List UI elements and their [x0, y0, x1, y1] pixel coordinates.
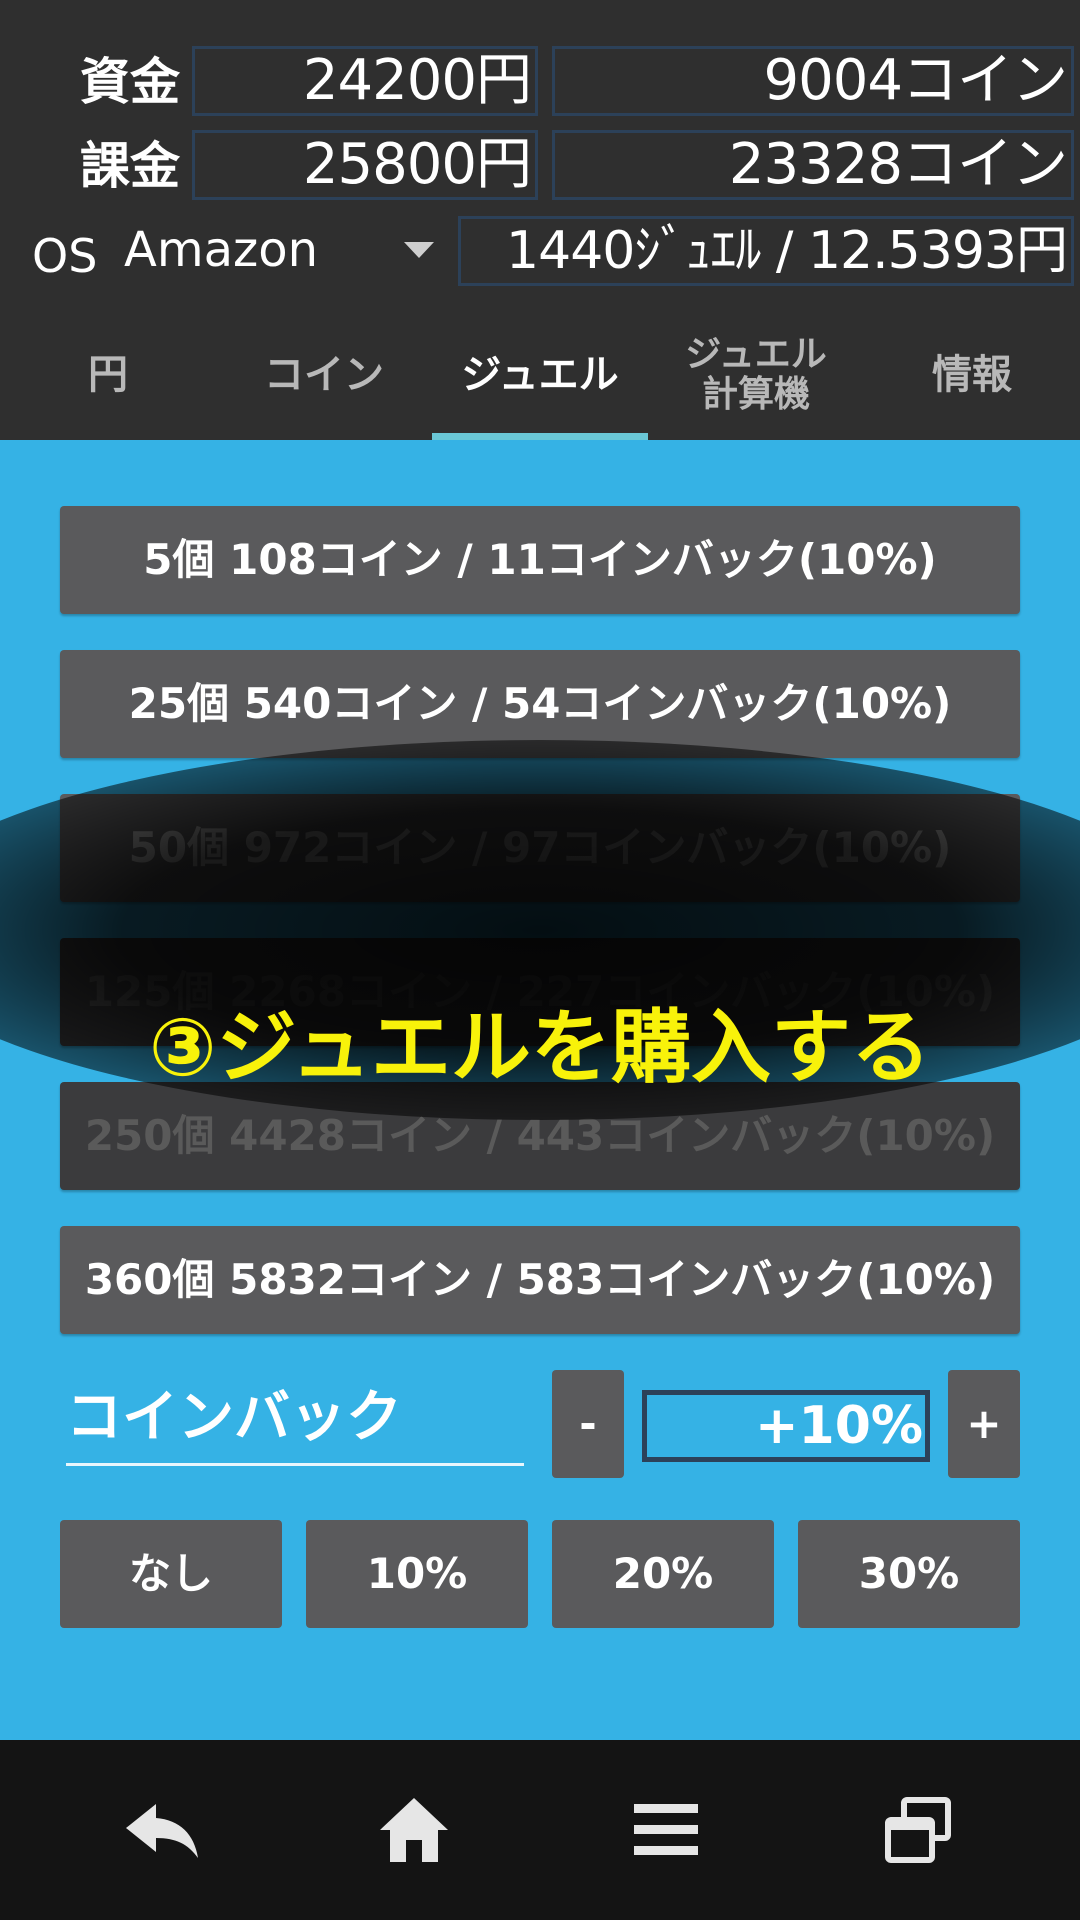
- menu-icon: [634, 1804, 698, 1855]
- charge-label: 課金: [80, 137, 180, 195]
- tab-coin[interactable]: コイン: [216, 310, 432, 440]
- funds-coin-field[interactable]: 9004コイン: [552, 46, 1074, 116]
- package-50-button[interactable]: 50個 972コイン / 97コインバック(10%): [60, 794, 1020, 902]
- home-icon: [380, 1798, 448, 1862]
- nav-home-button[interactable]: [364, 1780, 464, 1880]
- package-250-button[interactable]: 250個 4428コイン / 443コインバック(10%): [60, 1082, 1020, 1190]
- coinback-preset-10-button[interactable]: 10%: [306, 1520, 528, 1628]
- tab-label: ジュエル 計算機: [685, 334, 827, 415]
- chevron-down-icon: [404, 242, 434, 258]
- charge-yen-field[interactable]: 25800円: [192, 130, 538, 200]
- package-25-button[interactable]: 25個 540コイン / 54コインバック(10%): [60, 650, 1020, 758]
- nav-recents-button[interactable]: [868, 1780, 968, 1880]
- coinback-label: コインバック: [66, 1380, 524, 1466]
- tab-yen[interactable]: 円: [0, 310, 216, 440]
- jewel-purchase-panel: 5個 108コイン / 11コインバック(10%) 25個 540コイン / 5…: [0, 440, 1080, 1740]
- back-arrow-icon: [126, 1804, 198, 1858]
- active-tab-indicator: [432, 433, 648, 440]
- package-360-button[interactable]: 360個 5832コイン / 583コインバック(10%): [60, 1226, 1020, 1334]
- summary-header: 資金 24200円 9004コイン 課金 25800円 23328コイン OS …: [0, 0, 1080, 440]
- instruction-caption: ③ジュエルを購入する: [148, 1001, 932, 1094]
- coinback-preset-30-button[interactable]: 30%: [798, 1520, 1020, 1628]
- coinback-percent-field[interactable]: +10%: [642, 1390, 930, 1462]
- tab-label: ジュエル: [461, 352, 619, 398]
- tab-jewel[interactable]: ジュエル: [432, 310, 648, 440]
- coinback-preset-20-button[interactable]: 20%: [552, 1520, 774, 1628]
- tab-bar: 円 コイン ジュエル ジュエル 計算機 情報: [0, 310, 1080, 440]
- nav-menu-button[interactable]: [616, 1780, 716, 1880]
- system-navigation-bar: [0, 1740, 1080, 1920]
- tab-info[interactable]: 情報: [864, 310, 1080, 440]
- funds-label: 資金: [80, 53, 180, 111]
- os-label: OS: [32, 229, 98, 283]
- coinback-increase-button[interactable]: +: [948, 1370, 1020, 1478]
- charge-coin-field[interactable]: 23328コイン: [552, 130, 1074, 200]
- nav-back-button[interactable]: [112, 1780, 212, 1880]
- coinback-decrease-button[interactable]: -: [552, 1370, 624, 1478]
- coinback-preset-none-button[interactable]: なし: [60, 1520, 282, 1628]
- tab-label: コイン: [264, 352, 384, 398]
- package-5-button[interactable]: 5個 108コイン / 11コインバック(10%): [60, 506, 1020, 614]
- jewel-rate-field[interactable]: 1440ｼﾞｭｴﾙ / 12.5393円: [458, 216, 1074, 286]
- tab-label: 円: [88, 352, 128, 398]
- tab-jewel-calculator[interactable]: ジュエル 計算機: [648, 310, 864, 440]
- funds-yen-field[interactable]: 24200円: [192, 46, 538, 116]
- os-select-value: Amazon: [124, 222, 318, 278]
- os-select[interactable]: Amazon: [118, 216, 448, 286]
- tab-label: 情報: [932, 352, 1012, 398]
- recent-apps-icon: [885, 1797, 951, 1863]
